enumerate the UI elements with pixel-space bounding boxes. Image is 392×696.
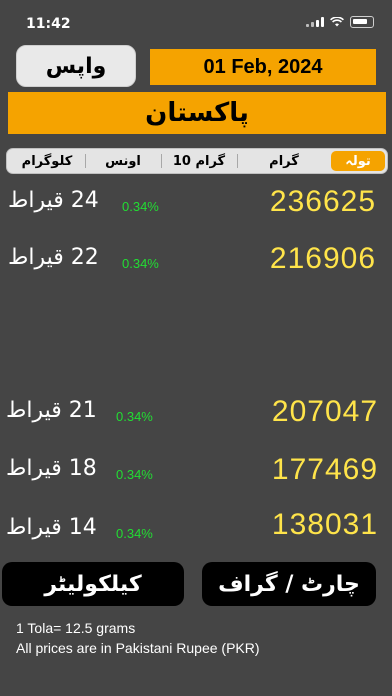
tab-ounce[interactable]: اونس bbox=[85, 151, 161, 171]
status-icons bbox=[306, 16, 374, 28]
change-percent: 0.34% bbox=[116, 526, 153, 541]
tola-note: 1 Tola= 12.5 grams bbox=[16, 620, 136, 636]
price-row-22k: 22 قیراط 0.34% 216906 bbox=[0, 242, 392, 276]
price-row-18k: 18 قیراط 0.34% 177469 bbox=[0, 453, 392, 487]
chart-button[interactable]: چارٹ / گراف bbox=[202, 562, 376, 606]
price-row-21k: 21 قیراط 0.34% 207047 bbox=[0, 395, 392, 429]
karat-label: 22 قیراط bbox=[8, 245, 99, 270]
tab-kilogram[interactable]: کلوگرام bbox=[9, 151, 85, 171]
karat-label: 14 قیراط bbox=[6, 515, 97, 540]
karat-label: 24 قیراط bbox=[8, 188, 99, 213]
change-percent: 0.34% bbox=[122, 256, 159, 271]
currency-note: All prices are in Pakistani Rupee (PKR) bbox=[16, 640, 260, 656]
unit-segmented-control: کلوگرام اونس 10 گرام گرام تولہ bbox=[6, 148, 388, 174]
price-value: 236625 bbox=[269, 185, 376, 218]
cellular-signal-icon bbox=[306, 17, 324, 27]
price-value: 138031 bbox=[271, 508, 378, 541]
change-percent: 0.34% bbox=[122, 199, 159, 214]
status-bar: 11:42 bbox=[0, 0, 392, 44]
status-time: 11:42 bbox=[26, 16, 71, 32]
tab-tola[interactable]: تولہ bbox=[331, 151, 385, 171]
country-banner: پاکستان bbox=[8, 92, 386, 134]
calculator-button[interactable]: کیلکولیٹر bbox=[2, 562, 184, 606]
tab-10-gram[interactable]: 10 گرام bbox=[161, 151, 237, 171]
battery-icon bbox=[350, 16, 374, 28]
date-display: 01 Feb, 2024 bbox=[150, 49, 376, 85]
price-row-14k: 14 قیراط 0.34% 138031 bbox=[0, 508, 392, 546]
karat-label: 18 قیراط bbox=[6, 456, 97, 481]
price-value: 177469 bbox=[271, 453, 378, 486]
price-row-24k: 24 قیراط 0.34% 236625 bbox=[0, 185, 392, 219]
back-button[interactable]: واپس bbox=[16, 45, 136, 87]
tab-gram[interactable]: گرام bbox=[237, 151, 331, 171]
price-value: 207047 bbox=[271, 395, 378, 428]
price-value: 216906 bbox=[269, 242, 376, 275]
wifi-icon bbox=[330, 17, 344, 27]
change-percent: 0.34% bbox=[116, 467, 153, 482]
change-percent: 0.34% bbox=[116, 409, 153, 424]
karat-label: 21 قیراط bbox=[6, 398, 97, 423]
